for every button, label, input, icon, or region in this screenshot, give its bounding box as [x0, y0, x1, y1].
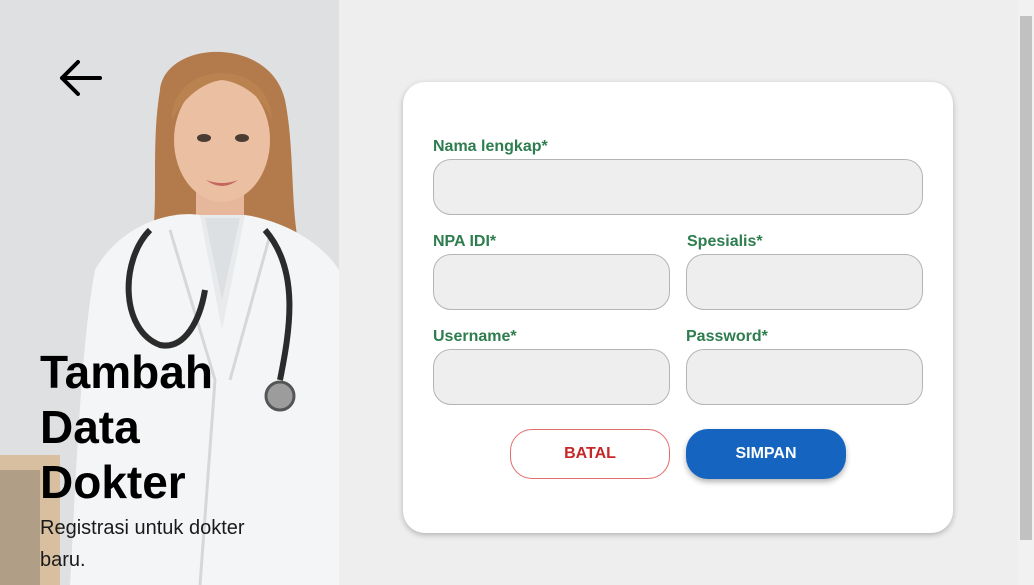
page-title-line: Dokter: [40, 456, 186, 508]
npa-label: NPA IDI*: [433, 233, 497, 250]
form-card: Nama lengkap* NPA IDI* Spesialis* Userna…: [403, 82, 953, 533]
username-input[interactable]: [433, 349, 670, 405]
spesialis-input[interactable]: [686, 254, 923, 310]
save-button[interactable]: SIMPAN: [686, 429, 846, 479]
back-button[interactable]: [54, 56, 104, 100]
scrollbar[interactable]: [1018, 0, 1034, 585]
page-title-line: Data: [40, 401, 140, 453]
password-input[interactable]: [686, 349, 923, 405]
spesialis-label: Spesialis*: [687, 233, 763, 250]
page-title: Tambah Data Dokter: [40, 345, 300, 510]
password-label: Password*: [686, 328, 768, 345]
hero-panel: Tambah Data Dokter Registrasi untuk dokt…: [0, 0, 339, 585]
username-label: Username*: [433, 328, 517, 345]
arrow-left-icon: [60, 60, 102, 96]
page-subtitle: Registrasi untuk dokter baru.: [40, 517, 245, 571]
npa-input[interactable]: [433, 254, 670, 310]
page-title-line: Tambah: [40, 346, 213, 398]
cancel-button[interactable]: BATAL: [510, 429, 670, 479]
nama-label: Nama lengkap*: [433, 138, 548, 155]
nama-input[interactable]: [433, 159, 923, 215]
scrollbar-thumb[interactable]: [1020, 16, 1032, 540]
